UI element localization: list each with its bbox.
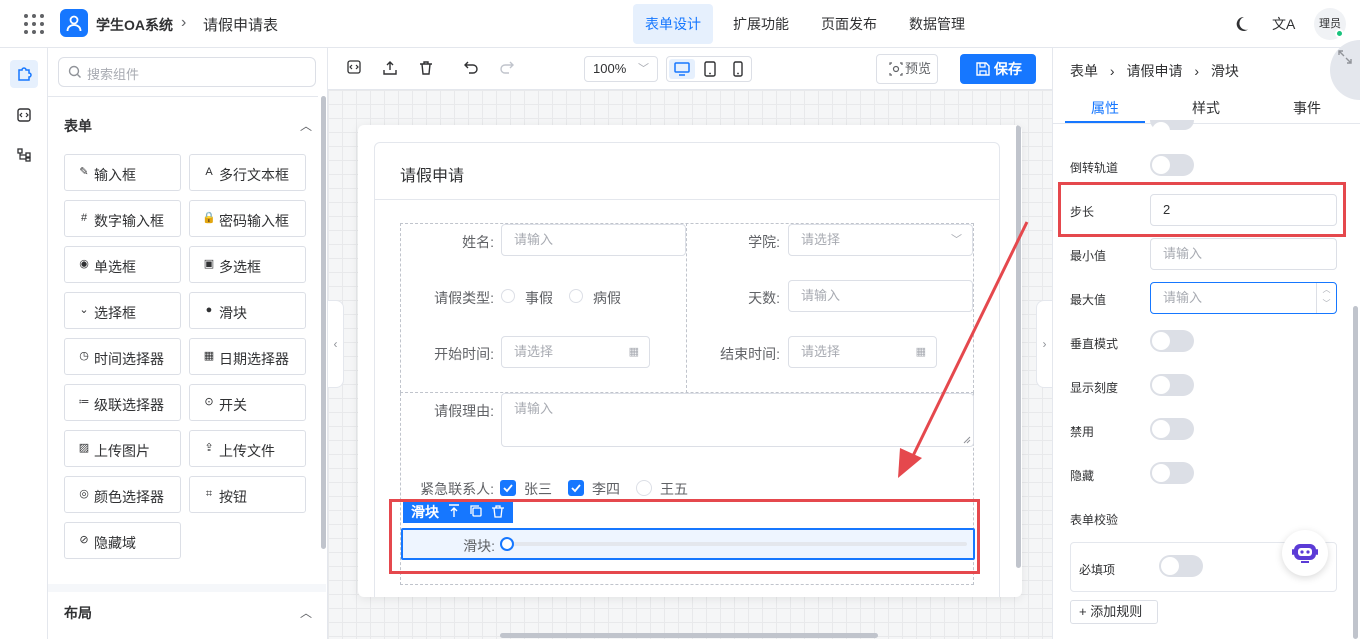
robot-icon xyxy=(1292,544,1318,563)
disabled-label: 禁用 xyxy=(1070,425,1095,439)
max-value-input[interactable]: 请输入 ︿ ﹀ xyxy=(1150,282,1337,314)
expand-icon xyxy=(1338,50,1352,64)
max-value-label: 最大值 xyxy=(1070,293,1107,307)
stepper-down-icon[interactable]: ﹀ xyxy=(1317,297,1336,311)
crumb-form[interactable]: 表单 xyxy=(1070,63,1098,79)
form-validation-label: 表单校验 xyxy=(1070,513,1119,527)
min-value-placeholder: 请输入 xyxy=(1163,246,1203,261)
min-value-input[interactable]: 请输入 xyxy=(1150,238,1337,270)
crumb-leave-request[interactable]: 请假申请 xyxy=(1126,63,1182,79)
tab-styles[interactable]: 样式 xyxy=(1156,98,1256,118)
annotation-highlight-box xyxy=(1058,182,1346,237)
crumb-separator: › xyxy=(1109,63,1115,79)
hidden-label: 隐藏 xyxy=(1070,469,1095,483)
disabled-switch[interactable] xyxy=(1150,418,1194,440)
show-ticks-switch[interactable] xyxy=(1150,374,1194,396)
properties-tabs: 属性 样式 事件 xyxy=(1053,90,1360,124)
partial-toggle-switch[interactable] xyxy=(1150,120,1194,140)
tab-properties[interactable]: 属性 xyxy=(1055,98,1155,118)
required-label: 必填项 xyxy=(1079,563,1116,577)
hidden-switch[interactable] xyxy=(1150,462,1194,484)
assistant-bot-button[interactable] xyxy=(1282,530,1328,576)
vertical-mode-label: 垂直模式 xyxy=(1070,337,1119,351)
show-ticks-label: 显示刻度 xyxy=(1070,381,1119,395)
number-stepper[interactable]: ︿ ﹀ xyxy=(1316,283,1336,313)
stepper-up-icon[interactable]: ︿ xyxy=(1317,283,1336,297)
required-switch[interactable] xyxy=(1159,555,1203,577)
properties-breadcrumb: 表单 › 请假申请 › 滑块 xyxy=(1070,61,1239,81)
properties-scrollbar[interactable] xyxy=(1353,306,1358,639)
max-value-placeholder: 请输入 xyxy=(1163,290,1203,305)
active-tab-indicator xyxy=(1065,121,1145,123)
min-value-label: 最小值 xyxy=(1070,249,1107,263)
reverse-track-label: 倒转轨道 xyxy=(1070,161,1119,175)
reverse-track-switch[interactable] xyxy=(1150,154,1194,176)
crumb-separator: › xyxy=(1194,63,1200,79)
vertical-mode-switch[interactable] xyxy=(1150,330,1194,352)
tab-events[interactable]: 事件 xyxy=(1257,98,1357,118)
crumb-slider: 滑块 xyxy=(1210,63,1239,79)
add-rule-button[interactable]: + 添加规则 xyxy=(1070,600,1158,624)
